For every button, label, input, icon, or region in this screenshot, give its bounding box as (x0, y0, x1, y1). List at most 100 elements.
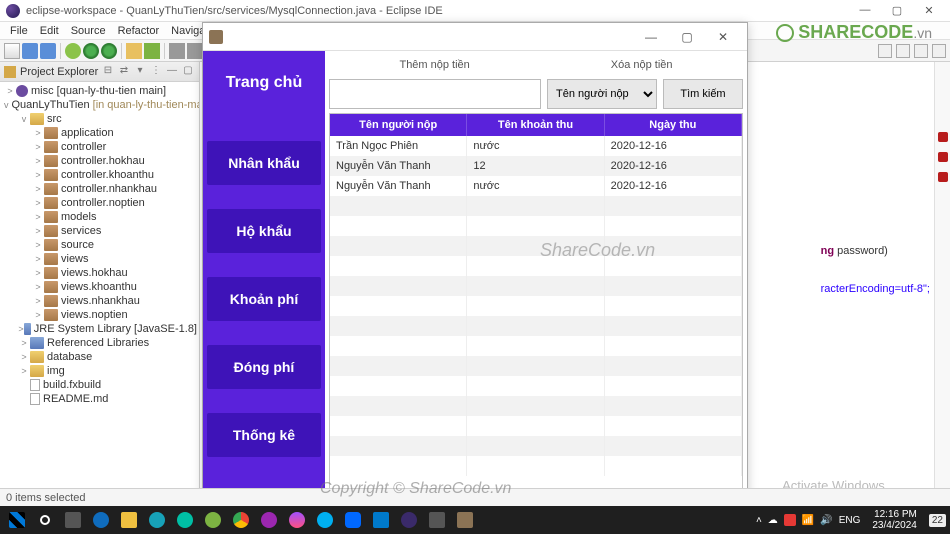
tree-item[interactable]: README.md (0, 392, 199, 406)
vscode-icon[interactable] (368, 509, 394, 531)
twisty-icon[interactable]: > (18, 366, 30, 376)
minimize-view-icon[interactable]: — (165, 65, 179, 79)
java-perspective-icon[interactable] (914, 44, 928, 58)
tray-chevron-icon[interactable]: ˄ (756, 515, 762, 526)
debug-icon[interactable] (65, 43, 81, 59)
filter-select[interactable]: Tên người nộp (547, 79, 657, 109)
tree-item[interactable]: >img (0, 364, 199, 378)
tree-item[interactable]: >controller.noptien (0, 196, 199, 210)
app-icon[interactable] (144, 509, 170, 531)
system-tray[interactable]: ˄ ☁ 📶 🔊 ENG 12:16 PM 23/4/2024 22 (756, 509, 946, 531)
twisty-icon[interactable]: > (32, 198, 44, 208)
tree-item[interactable]: build.fxbuild (0, 378, 199, 392)
error-marker[interactable] (938, 172, 948, 182)
sidebar-4[interactable]: Đóng phí (207, 345, 321, 389)
table-row[interactable]: Nguyễn Văn Thanh122020-12-16 (330, 156, 742, 176)
app-close-button[interactable]: ✕ (705, 30, 741, 44)
table-body[interactable]: Trần Ngọc Phiênnước2020-12-16Nguyễn Văn … (330, 136, 742, 500)
save-icon[interactable] (22, 43, 38, 59)
twisty-icon[interactable]: > (32, 268, 44, 278)
twisty-icon[interactable]: > (32, 282, 44, 292)
chrome-icon[interactable] (228, 509, 254, 531)
filter-icon[interactable]: ▾ (133, 65, 147, 79)
java-icon[interactable] (452, 509, 478, 531)
delete-payment-link[interactable]: Xóa nộp tiền (611, 59, 673, 71)
sidebar-2[interactable]: Hộ khẩu (207, 209, 321, 253)
edge-icon[interactable] (88, 509, 114, 531)
sidebar-0[interactable]: Trang chủ (207, 61, 321, 105)
debug-perspective-icon[interactable] (932, 44, 946, 58)
tree-item[interactable]: >views (0, 252, 199, 266)
link-editor-icon[interactable]: ⇄ (117, 65, 131, 79)
search-button[interactable] (32, 509, 58, 531)
twisty-icon[interactable]: v (4, 100, 9, 110)
menu-file[interactable]: File (4, 25, 34, 37)
search-button[interactable]: Tìm kiếm (663, 79, 743, 109)
tree-item[interactable]: >views.nhankhau (0, 294, 199, 308)
view-menu-icon[interactable]: ⋮ (149, 65, 163, 79)
tree-item[interactable]: >database (0, 350, 199, 364)
tree-item[interactable]: >models (0, 210, 199, 224)
twisty-icon[interactable]: > (4, 86, 16, 96)
new-icon[interactable] (4, 43, 20, 59)
open-perspective-icon[interactable] (896, 44, 910, 58)
app-icon[interactable] (256, 509, 282, 531)
tree-item[interactable]: >controller (0, 140, 199, 154)
tree-item[interactable]: >controller.nhankhau (0, 182, 199, 196)
tree-item[interactable]: >views.hokhau (0, 266, 199, 280)
coverage-icon[interactable] (101, 43, 117, 59)
menu-source[interactable]: Source (65, 25, 112, 37)
app-maximize-button[interactable]: ▢ (669, 30, 705, 44)
quick-access-icon[interactable] (878, 44, 892, 58)
tree-item[interactable]: >application (0, 126, 199, 140)
maximize-view-icon[interactable]: ▢ (181, 65, 195, 79)
eclipse-icon[interactable] (396, 509, 422, 531)
app-icon[interactable] (172, 509, 198, 531)
start-button[interactable] (4, 509, 30, 531)
twisty-icon[interactable]: > (32, 212, 44, 222)
error-marker[interactable] (938, 152, 948, 162)
twisty-icon[interactable]: > (32, 128, 44, 138)
app-icon[interactable] (424, 509, 450, 531)
zalo-icon[interactable] (340, 509, 366, 531)
app-icon[interactable] (200, 509, 226, 531)
save-all-icon[interactable] (40, 43, 56, 59)
tree-item[interactable]: >views.khoanthu (0, 280, 199, 294)
tree-item[interactable]: >source (0, 238, 199, 252)
twisty-icon[interactable]: > (32, 142, 44, 152)
menu-refactor[interactable]: Refactor (112, 25, 166, 37)
twisty-icon[interactable]: > (18, 338, 30, 348)
tree-item[interactable]: >JRE System Library [JavaSE-1.8] (0, 322, 199, 336)
tray-app-icon[interactable] (784, 514, 796, 526)
tray-volume-icon[interactable]: 🔊 (820, 515, 832, 526)
minimize-button[interactable]: — (850, 4, 880, 17)
search-icon[interactable] (187, 43, 203, 59)
twisty-icon[interactable]: > (32, 296, 44, 306)
search-input[interactable] (329, 79, 541, 109)
tree-item[interactable]: >views.noptien (0, 308, 199, 322)
tree-item[interactable]: >controller.hokhau (0, 154, 199, 168)
tray-cloud-icon[interactable]: ☁ (768, 515, 778, 526)
twisty-icon[interactable]: > (32, 254, 44, 264)
run-icon[interactable] (83, 43, 99, 59)
table-row[interactable]: Trần Ngọc Phiênnước2020-12-16 (330, 136, 742, 156)
app-minimize-button[interactable]: — (633, 30, 669, 44)
sidebar-1[interactable]: Nhân khẩu (207, 141, 321, 185)
sidebar-5[interactable]: Thống kê (207, 413, 321, 457)
task-view-button[interactable] (60, 509, 86, 531)
tray-clock[interactable]: 12:16 PM 23/4/2024 (872, 509, 917, 531)
tree-item[interactable]: vQuanLyThuTien [in quan-ly-thu-tien-mast… (0, 98, 199, 112)
tree-item[interactable]: >services (0, 224, 199, 238)
twisty-icon[interactable]: > (18, 352, 30, 362)
twisty-icon[interactable]: > (32, 310, 44, 320)
twisty-icon[interactable]: v (18, 114, 30, 124)
tray-lang[interactable]: ENG (839, 515, 861, 526)
messenger-icon[interactable] (284, 509, 310, 531)
twisty-icon[interactable]: > (32, 184, 44, 194)
twisty-icon[interactable]: > (32, 156, 44, 166)
tree-item[interactable]: vsrc (0, 112, 199, 126)
open-type-icon[interactable] (169, 43, 185, 59)
tree-item[interactable]: >misc [quan-ly-thu-tien main] (0, 84, 199, 98)
close-button[interactable]: ✕ (914, 4, 944, 17)
twisty-icon[interactable]: > (32, 240, 44, 250)
